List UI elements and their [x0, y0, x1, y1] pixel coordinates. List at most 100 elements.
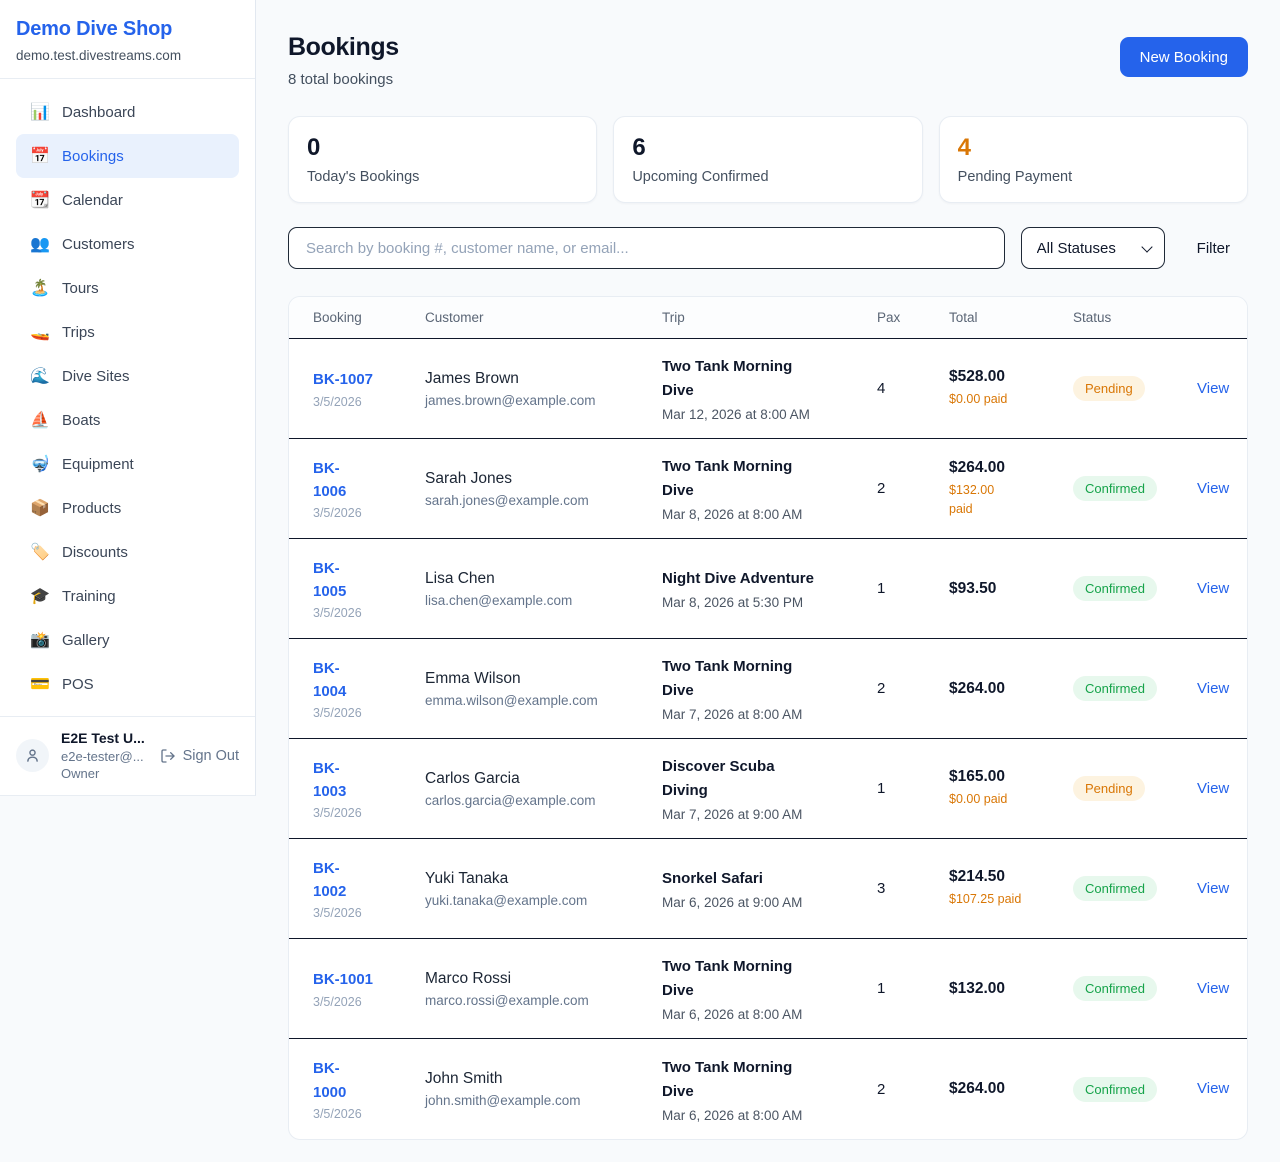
booking-id-link[interactable]: BK- 1004	[313, 660, 346, 700]
view-link[interactable]: View	[1197, 980, 1229, 997]
sidebar-item-boats[interactable]: ⛵Boats	[16, 398, 239, 442]
status-badge: Confirmed	[1073, 476, 1157, 501]
view-link[interactable]: View	[1197, 380, 1229, 397]
bookings-table: BookingCustomerTripPaxTotalStatus BK-100…	[288, 296, 1248, 1140]
stat-value: 4	[958, 134, 1229, 162]
status-select[interactable]: All Statuses	[1021, 227, 1165, 269]
pax-cell: 2	[877, 680, 949, 697]
page-title-block: Bookings 8 total bookings	[288, 33, 399, 88]
controls-row: All Statuses Filter	[288, 227, 1248, 269]
sidebar-item-equipment[interactable]: 🤿Equipment	[16, 442, 239, 486]
customer-cell: Marco Rossimarco.rossi@example.com	[425, 970, 662, 1008]
trip-date: Mar 6, 2026 at 9:00 AM	[662, 895, 867, 910]
total-amount: $264.00	[949, 680, 1063, 698]
trip-cell: Night Dive AdventureMar 8, 2026 at 5:30 …	[662, 567, 877, 610]
total-amount: $264.00	[949, 459, 1063, 477]
sidebar-item-label: Equipment	[62, 456, 134, 473]
stat-value: 0	[307, 134, 578, 162]
customer-email: lisa.chen@example.com	[425, 593, 652, 608]
total-cell: $214.50$107.25 paid	[949, 868, 1073, 909]
trip-cell: Discover Scuba DivingMar 7, 2026 at 9:00…	[662, 755, 877, 822]
table-row: BK- 10053/5/2026Lisa Chenlisa.chen@examp…	[289, 539, 1247, 639]
booking-cell: BK- 10003/5/2026	[313, 1057, 425, 1121]
booking-id-link[interactable]: BK- 1000	[313, 1060, 346, 1100]
booking-id-link[interactable]: BK-1001	[313, 971, 373, 988]
table-row: BK- 10003/5/2026John Smithjohn.smith@exa…	[289, 1039, 1247, 1139]
sidebar-item-discounts[interactable]: 🏷️Discounts	[16, 530, 239, 574]
filter-button[interactable]: Filter	[1179, 232, 1248, 265]
column-header-booking: Booking	[313, 310, 425, 325]
user-role: Owner	[61, 766, 145, 781]
new-booking-button[interactable]: New Booking	[1120, 37, 1248, 77]
table-header-row: BookingCustomerTripPaxTotalStatus	[289, 297, 1247, 339]
sidebar-item-gallery[interactable]: 📸 Gallery	[16, 618, 239, 662]
status-badge: Confirmed	[1073, 876, 1157, 901]
column-header-trip: Trip	[662, 310, 877, 325]
trip-name: Two Tank Morning Dive	[662, 955, 867, 1003]
sidebar-item-trips[interactable]: 🚤Trips	[16, 310, 239, 354]
customer-name: Marco Rossi	[425, 970, 652, 988]
status-badge: Confirmed	[1073, 976, 1157, 1001]
booking-id-link[interactable]: BK- 1002	[313, 860, 346, 900]
page-header: Bookings 8 total bookings New Booking	[288, 33, 1248, 88]
sidebar-item-training[interactable]: 🎓Training	[16, 574, 239, 618]
pax-cell: 3	[877, 880, 949, 897]
pax-cell: 2	[877, 480, 949, 497]
products-icon: 📦	[30, 498, 49, 518]
trip-name: Two Tank Morning Dive	[662, 455, 867, 503]
status-badge: Pending	[1073, 776, 1145, 801]
booking-id-link[interactable]: BK- 1005	[313, 560, 346, 600]
status-badge: Pending	[1073, 376, 1145, 401]
status-cell: Pending	[1073, 376, 1197, 401]
sidebar-item-label: Discounts	[62, 544, 128, 561]
stat-card-0: 0Today's Bookings	[288, 116, 597, 203]
pos-icon: 💳	[30, 674, 49, 694]
booking-date: 3/5/2026	[313, 506, 415, 520]
trip-cell: Two Tank Morning DiveMar 6, 2026 at 8:00…	[662, 1056, 877, 1123]
amount-paid: $0.00 paid	[949, 390, 1063, 409]
booking-id-link[interactable]: BK- 1003	[313, 760, 346, 800]
sign-out-label: Sign Out	[183, 748, 239, 764]
calendar-icon: 📆	[30, 190, 49, 210]
gallery-icon: 📸	[30, 630, 49, 650]
view-link[interactable]: View	[1197, 580, 1229, 597]
sidebar-item-products[interactable]: 📦Products	[16, 486, 239, 530]
total-cell: $528.00$0.00 paid	[949, 368, 1073, 409]
table-row: BK-10073/5/2026James Brownjames.brown@ex…	[289, 339, 1247, 439]
booking-cell: BK-10013/5/2026	[313, 968, 425, 1008]
booking-cell: BK-10073/5/2026	[313, 368, 425, 408]
view-link[interactable]: View	[1197, 1080, 1229, 1097]
column-header-status: Status	[1073, 310, 1197, 325]
sidebar-item-label: Gallery	[62, 632, 110, 649]
customer-name: Yuki Tanaka	[425, 870, 652, 888]
search-input[interactable]	[288, 227, 1005, 269]
total-cell: $264.00	[949, 1080, 1073, 1098]
sidebar-item-pos[interactable]: 💳POS	[16, 662, 239, 706]
view-link[interactable]: View	[1197, 480, 1229, 497]
customer-name: John Smith	[425, 1070, 652, 1088]
view-link[interactable]: View	[1197, 880, 1229, 897]
view-link[interactable]: View	[1197, 680, 1229, 697]
sidebar-item-bookings[interactable]: 📅Bookings	[16, 134, 239, 178]
customer-email: sarah.jones@example.com	[425, 493, 652, 508]
customer-email: james.brown@example.com	[425, 393, 652, 408]
total-amount: $93.50	[949, 580, 1063, 598]
sidebar-item-customers[interactable]: 👥Customers	[16, 222, 239, 266]
sidebar-item-dashboard[interactable]: 📊Dashboard	[16, 90, 239, 134]
sidebar: Demo Dive Shop demo.test.divestreams.com…	[0, 0, 256, 796]
sidebar-nav: 📊Dashboard📅Bookings📆Calendar👥Customers🏝️…	[0, 79, 255, 716]
actions-cell: View	[1197, 380, 1239, 398]
sidebar-item-tours[interactable]: 🏝️Tours	[16, 266, 239, 310]
sign-out-button[interactable]: Sign Out	[160, 748, 239, 764]
total-cell: $264.00	[949, 680, 1073, 698]
stat-card-1: 6Upcoming Confirmed	[613, 116, 922, 203]
sidebar-item-calendar[interactable]: 📆Calendar	[16, 178, 239, 222]
booking-id-link[interactable]: BK-1007	[313, 371, 373, 388]
view-link[interactable]: View	[1197, 780, 1229, 797]
status-cell: Confirmed	[1073, 976, 1197, 1001]
booking-id-link[interactable]: BK- 1006	[313, 460, 346, 500]
booking-cell: BK- 10033/5/2026	[313, 757, 425, 821]
column-header-pax: Pax	[877, 310, 949, 325]
sidebar-item-dive-sites[interactable]: 🌊Dive Sites	[16, 354, 239, 398]
total-cell: $93.50	[949, 580, 1073, 598]
